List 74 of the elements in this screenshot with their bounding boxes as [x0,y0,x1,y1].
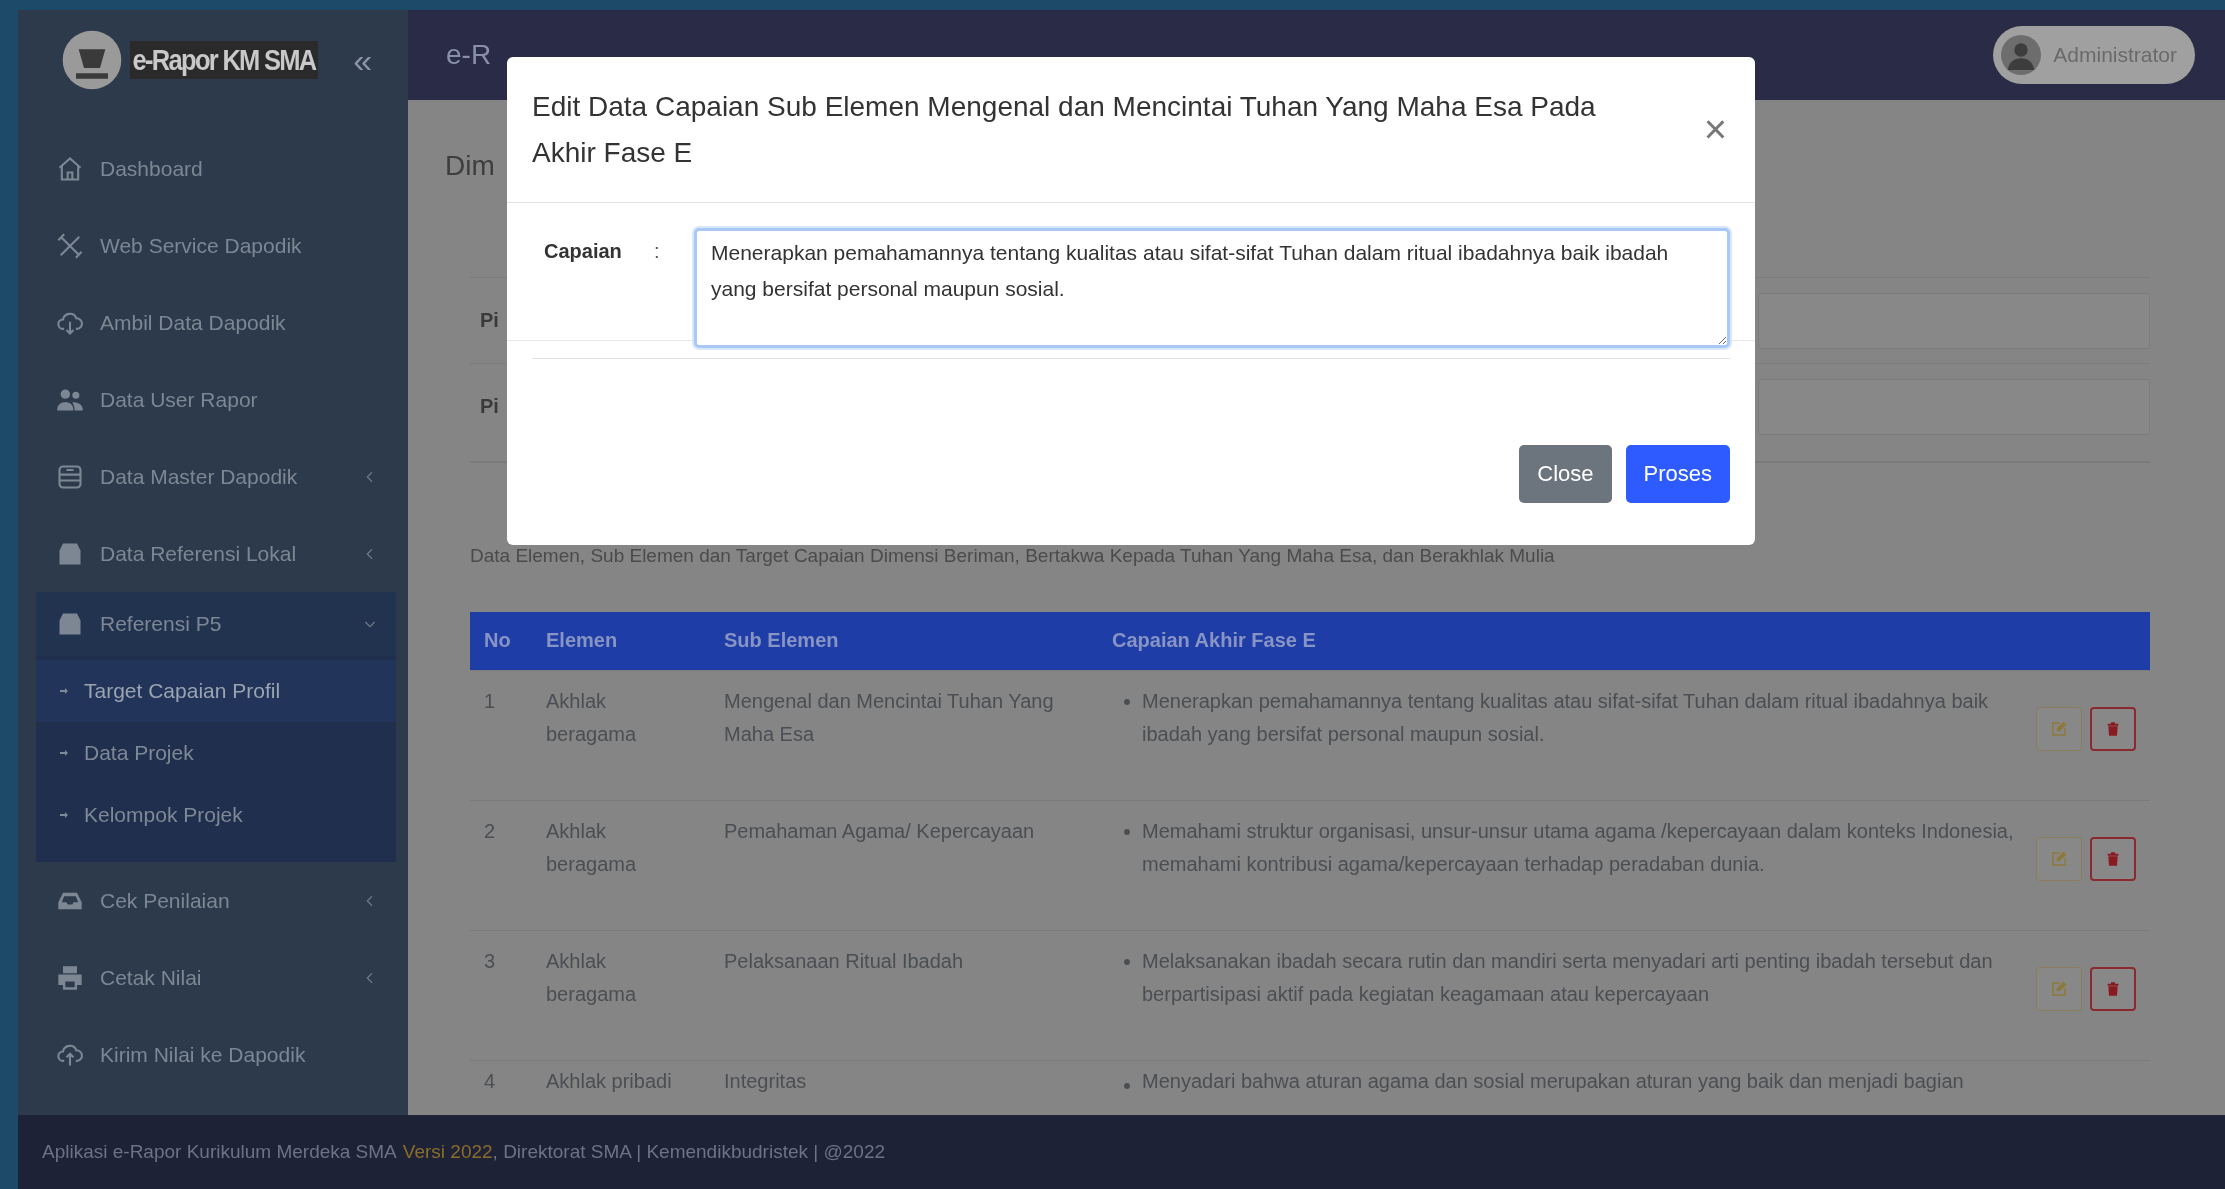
edit-button[interactable] [2036,836,2082,881]
pencil-icon [2050,849,2068,868]
table-cell: Akhlak beragama [532,930,710,1060]
table-cell-text: Menyadari bahwa aturan agama dan sosial merupakan aturan yang baik dan menjadi bagian [1142,1068,1965,1093]
collapse-button[interactable]: « [347,40,379,80]
table-cell: Pemahaman Agama/ Kepercayaan [710,800,1098,930]
bullet-icon [1124,698,1130,705]
submenu-item[interactable]: Kelompok Projek [36,784,396,846]
sidebar-item[interactable]: Data Master Dapodik [18,438,408,515]
page-title: Dim [445,150,495,182]
sidebar-item[interactable]: Cek Penilaian [18,862,408,939]
edit-button[interactable] [2036,966,2082,1011]
modal-title: Edit Data Capaian Sub Elemen Mengenal dan Mencintai Tuhan Yang Maha Esa Pada Akhir Fase E [532,89,1597,170]
table-cell: 1 [470,670,532,800]
capaian-textarea[interactable]: Menerapkan pemahamannya tentang kualitas atau sifat-sifat Tuhan dalam ritual ibadahnya baik ibadah yang bersifat personal maupun sosial. [694,228,1730,348]
sidebar-item[interactable]: Data Referensi Lokal [18,515,408,592]
sidebar-item[interactable]: Dashboard [18,130,408,207]
table-cell: Akhlak beragama [532,800,710,930]
field-label: Pi [479,309,500,332]
trash-icon [2105,979,2121,998]
edit-button[interactable] [2036,706,2082,751]
logo-text: e-Rapor KM SMA [130,41,319,79]
pencil-icon [2050,719,2068,738]
bullet-icon [1124,828,1130,835]
emblem-icon [60,28,124,92]
sidebar-item[interactable]: Referensi P5 [36,592,396,656]
column-header: Sub Elemen [710,612,1098,670]
version-label: Versi 2022 [402,1141,493,1163]
table-cell: 3 [470,930,532,1060]
table-cell-text: Menerapkan pemahamannya tentang kualitas atau sifat-sifat Tuhan dalam ritual ibadahnya baik ibadah yang bersifat personal maupun sosial. [1142,688,1990,747]
delete-button[interactable] [2090,706,2136,751]
submenu-item[interactable]: Data Projek [36,722,396,784]
sidebar-item[interactable]: Cetak Nilai [18,939,408,1016]
column-header: No [470,612,532,670]
trash-icon [2105,719,2121,738]
footer-text: , Direktorat SMA | Kemendikbudristek | @2022 [492,1141,886,1163]
separator-text: : [654,239,661,263]
pencil-icon [2050,979,2068,998]
bullet-icon [1124,1082,1130,1089]
footer-text: Aplikasi e-Rapor Kurikulum Merdeka SMA [42,1141,397,1163]
table-cell: 2 [470,800,532,930]
table-cell-text: Melaksanakan ibadah secara rutin dan mandiri serta menyadari arti penting ibadah tersebut dan berpartisipasi aktif pada kegiatan keagamaan atau kepercayaan [1142,948,1994,1007]
database-box-icon [56,462,84,491]
tools-icon [56,231,84,260]
column-header: Elemen [532,612,710,670]
table-cell: Integritas [710,1060,1098,1100]
sidebar-item[interactable]: Ambil Data Dapodik [18,284,408,361]
table-cell: Mengenal dan Mencintai Tuhan Yang Maha Esa [710,670,1098,800]
submenu-item[interactable]: Target Capaian Profil [36,660,396,722]
sidebar-item[interactable]: Kirim Nilai ke Dapodik [18,1016,408,1093]
arrow-right-icon [58,809,70,821]
table-cell: Pelaksanaan Ritual Ibadah [710,930,1098,1060]
arrow-right-icon [58,685,70,697]
proses-button[interactable]: Proses [1625,445,1730,503]
close-button[interactable]: Close [1519,445,1612,503]
printer-icon [56,963,84,992]
sidebar-item[interactable]: Web Service Dapodik [18,207,408,284]
table-cell: Akhlak beragama [532,670,710,800]
column-header: Capaian Akhir Fase E [1098,612,2150,670]
field-label: Pi [479,395,500,418]
delete-button[interactable] [2090,836,2136,881]
arrow-right-icon [58,747,70,759]
table-cell: 4 [470,1060,532,1100]
description-text: Data Elemen, Sub Elemen dan Target Capaian Dimensi Beriman, Bertakwa Kepada Tuhan Yang Maha Esa, dan Berakhlak Mulia [470,545,1556,567]
table-cell-text: Memahami struktur organisasi, unsur-unsur utama agama /kepercayaan dalam konteks Indonesia, memahami kontribusi agama/kepercayaan terhadap peradaban dunia. [1142,818,2015,877]
table-cell: Akhlak pribadi [532,1060,710,1100]
avatar-icon [2001,35,2042,75]
page-header-title: e-R [446,39,492,71]
close-button[interactable]: × [1699,107,1731,152]
bullet-icon [1124,958,1130,965]
field-label: Capaian [543,239,623,263]
delete-button[interactable] [2090,966,2136,1011]
trash-icon [2105,849,2121,868]
sidebar-item[interactable]: Data User Rapor [18,361,408,438]
